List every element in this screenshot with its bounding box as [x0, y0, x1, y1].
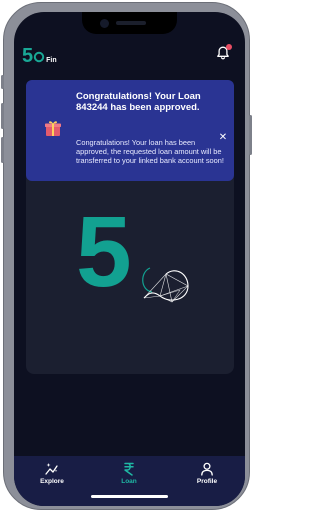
volume-up-button — [1, 103, 4, 129]
tab-profile[interactable]: Profile — [182, 462, 232, 492]
app-screen: 5 Fin Congratulations! Your Loan 843244 … — [14, 12, 245, 506]
loop-icon — [142, 267, 189, 303]
toast-title: Congratulations! Your Loan 843244 has be… — [76, 91, 201, 113]
app-logo[interactable]: 5 Fin — [22, 42, 57, 66]
tab-profile-label: Profile — [196, 478, 218, 485]
phone-frame: 5 Fin Congratulations! Your Loan 843244 … — [1, 2, 252, 510]
sparkle-chart-icon — [45, 463, 58, 475]
approval-toast[interactable]: Congratulations! Your Loan 843244 has be… — [26, 80, 234, 181]
logo-sub: Fin — [46, 57, 57, 64]
toast-message: Congratulations! Your loan has been appr… — [76, 138, 224, 165]
rupee-icon — [124, 462, 134, 476]
notification-dot — [226, 44, 232, 50]
close-icon[interactable]: ✕ — [218, 133, 228, 143]
logo-ring-icon — [33, 51, 45, 63]
mute-switch — [1, 75, 4, 89]
top-bar: 5 Fin — [14, 40, 245, 68]
home-indicator[interactable] — [91, 495, 168, 498]
tab-loan[interactable]: Loan — [104, 462, 154, 492]
bottom-tab-bar: Explore Loan Profile — [14, 456, 245, 506]
notifications-button[interactable] — [215, 44, 232, 61]
logo-number: 5 — [22, 45, 34, 67]
speaker — [116, 21, 146, 25]
tab-explore[interactable]: Explore — [27, 462, 77, 492]
front-camera — [100, 19, 109, 28]
notch — [82, 12, 177, 34]
hero-number: 5 — [76, 196, 132, 308]
gift-icon — [43, 118, 63, 138]
volume-down-button — [1, 137, 4, 163]
power-button — [249, 115, 252, 155]
tab-explore-label: Explore — [40, 478, 64, 485]
tab-loan-label: Loan — [121, 478, 137, 485]
person-icon — [201, 462, 213, 476]
